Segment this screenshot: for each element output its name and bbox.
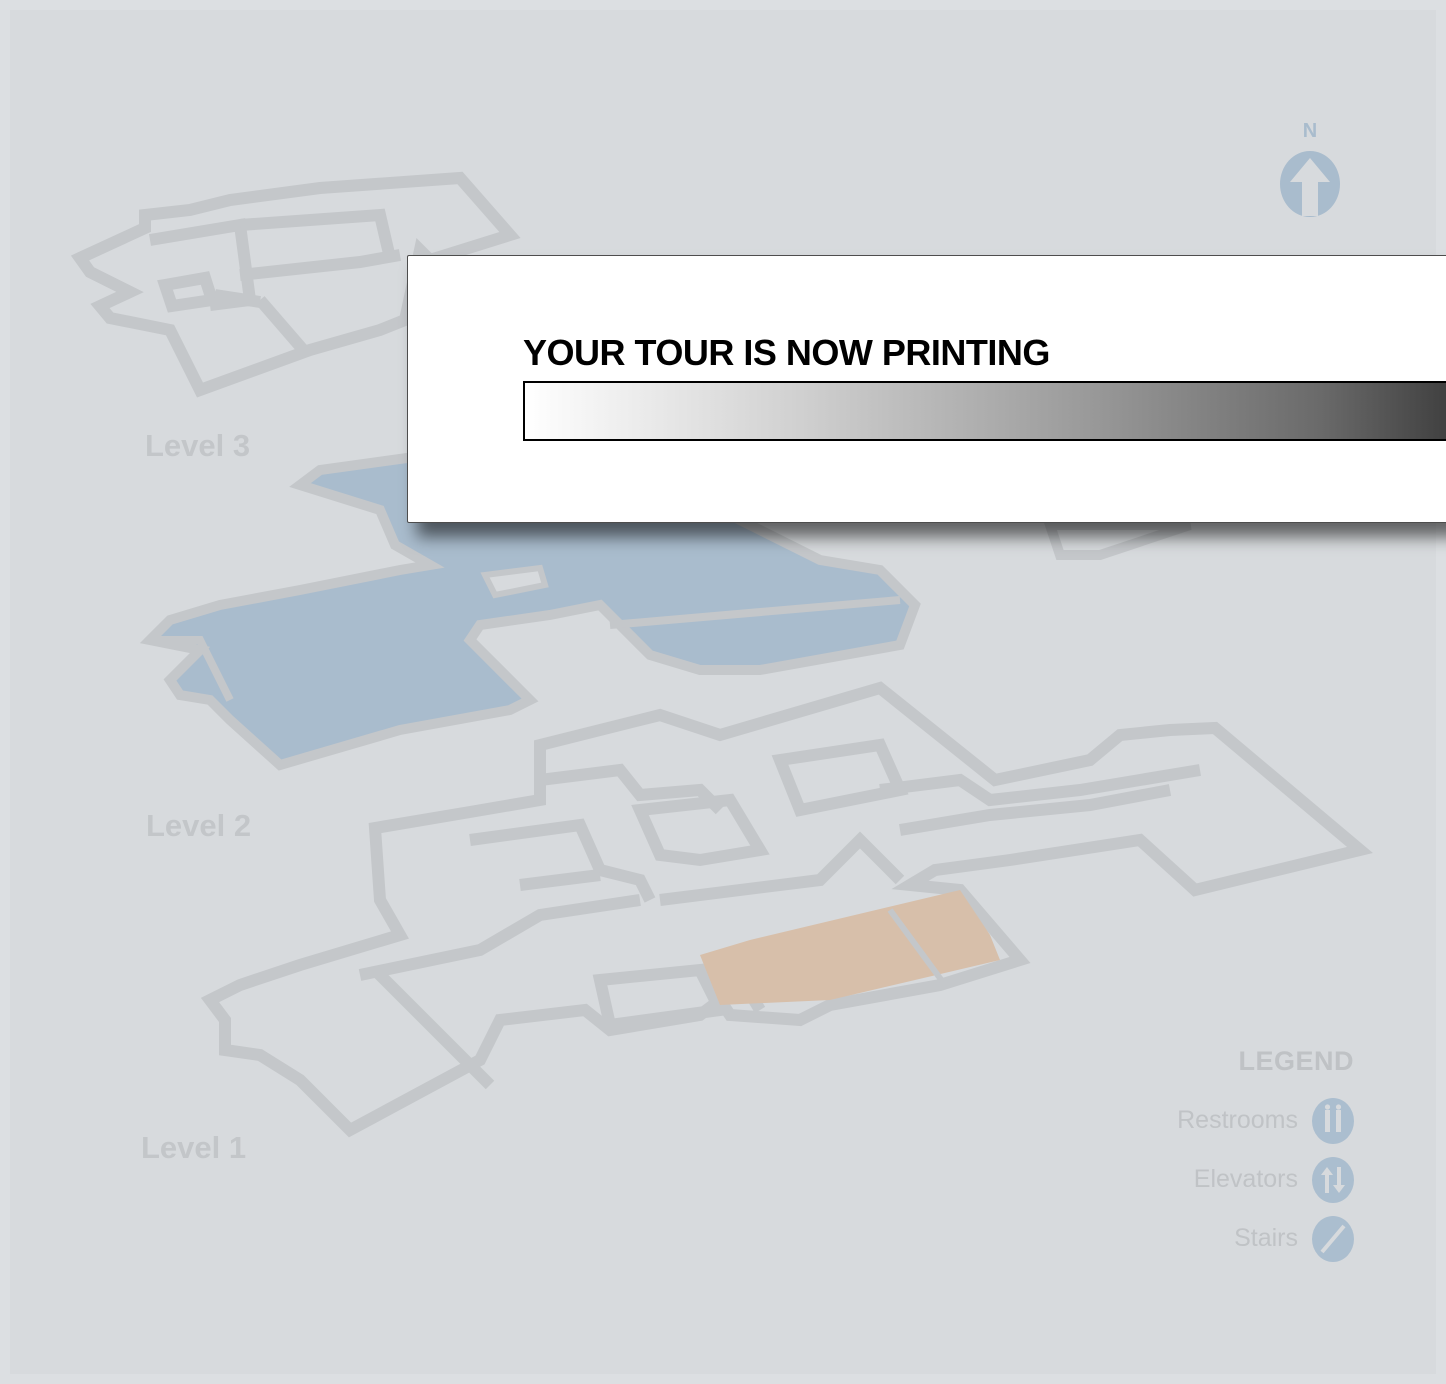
print-progress-bar xyxy=(523,381,1446,441)
compass: N xyxy=(1272,120,1348,220)
level-3-label: Level 3 xyxy=(145,428,251,463)
map-legend: LEGEND Restrooms Elevators Stairs xyxy=(1177,1046,1354,1268)
restroom-icon xyxy=(1312,1097,1354,1144)
legend-item-stairs: Stairs xyxy=(1177,1209,1354,1268)
north-arrow-icon xyxy=(1280,151,1340,217)
legend-label: Restrooms xyxy=(1177,1106,1298,1134)
print-dialog: YOUR TOUR IS NOW PRINTING xyxy=(407,255,1446,523)
legend-label: Elevators xyxy=(1193,1165,1298,1193)
compass-north-letter: N xyxy=(1302,120,1318,142)
level-1-highlight xyxy=(700,890,1000,1005)
stairs-icon xyxy=(1312,1215,1354,1262)
level-1-label: Level 1 xyxy=(141,1130,247,1165)
legend-label: Stairs xyxy=(1234,1224,1298,1252)
elevator-icon xyxy=(1312,1156,1354,1203)
level-2-label: Level 2 xyxy=(146,808,252,843)
print-progress-fill xyxy=(525,383,1446,439)
print-status-title: YOUR TOUR IS NOW PRINTING xyxy=(523,332,1050,373)
legend-item-elevators: Elevators xyxy=(1177,1150,1354,1209)
legend-title: LEGEND xyxy=(1238,1046,1354,1076)
legend-item-restrooms: Restrooms xyxy=(1177,1091,1354,1150)
